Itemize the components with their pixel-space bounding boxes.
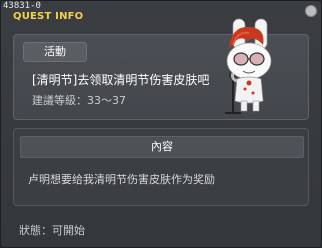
quest-name: [清明节]去领取清明节伤害皮肤吧 <box>32 73 210 87</box>
close-icon[interactable] <box>305 5 317 17</box>
quest-info-window: 43831-0 QUEST INFO 活動 [清明节]去领取清明节伤害皮肤吧 建… <box>0 0 322 248</box>
quest-content-panel: 內容 卢明想要给我清明节伤害皮肤作为奖励 <box>13 128 309 206</box>
quest-status: 狀態：可開始 <box>19 224 85 237</box>
content-text: 卢明想要给我清明节伤害皮肤作为奖励 <box>28 173 215 186</box>
window-title: QUEST INFO <box>13 11 84 22</box>
quest-level-range: 建議等級：33～37 <box>32 94 126 107</box>
quest-type-badge: 活動 <box>23 42 87 62</box>
content-header: 內容 <box>20 136 304 158</box>
npc-portrait-icon <box>225 18 272 114</box>
